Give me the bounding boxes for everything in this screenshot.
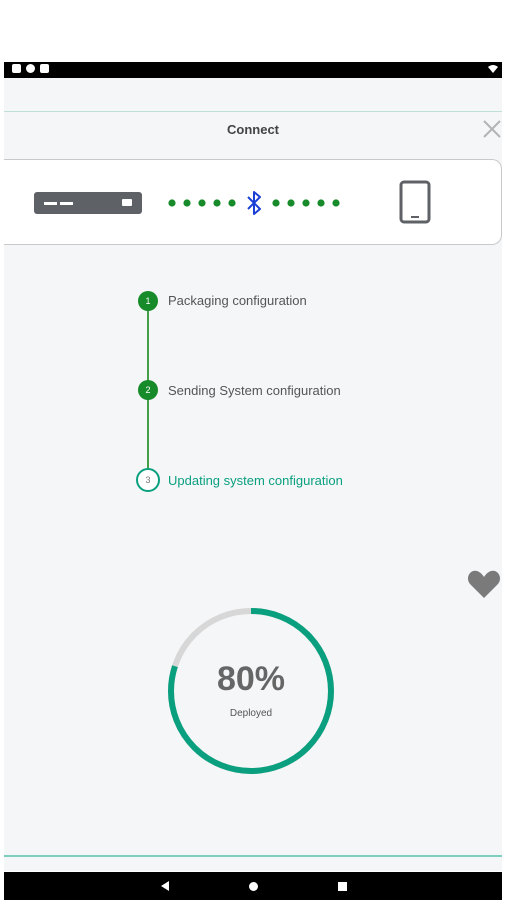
step-3-circle: 3 (136, 468, 160, 492)
step-3-label: Updating system configuration (168, 473, 343, 488)
back-icon[interactable] (161, 881, 169, 891)
notification-icon (12, 64, 21, 73)
step-2-label: Sending System configuration (168, 383, 341, 398)
server-icon (34, 192, 142, 214)
connection-dots (168, 191, 340, 215)
top-bar (4, 78, 502, 112)
close-icon[interactable] (481, 118, 503, 140)
home-icon[interactable] (249, 882, 258, 891)
recents-icon[interactable] (338, 882, 347, 891)
step-1-circle: 1 (138, 291, 158, 311)
status-bar (4, 62, 502, 78)
step-2-circle: 2 (138, 380, 158, 400)
heart-icon[interactable] (467, 568, 501, 600)
sync-icon (26, 64, 35, 73)
progress-caption: Deployed (229, 708, 273, 719)
system-nav-bar (4, 872, 502, 900)
tablet-icon (399, 180, 431, 224)
bluetooth-icon (247, 191, 261, 215)
progress-percent: 80% (216, 660, 286, 698)
status-icons (12, 64, 49, 73)
sd-card-icon (40, 64, 49, 73)
step-1-label: Packaging configuration (168, 293, 307, 308)
app-screen: Connect 1 Packaging configuration 2 Send… (4, 78, 502, 871)
wifi-icon (488, 65, 498, 73)
bottom-divider (4, 855, 502, 857)
page-title: Connect (227, 122, 279, 137)
